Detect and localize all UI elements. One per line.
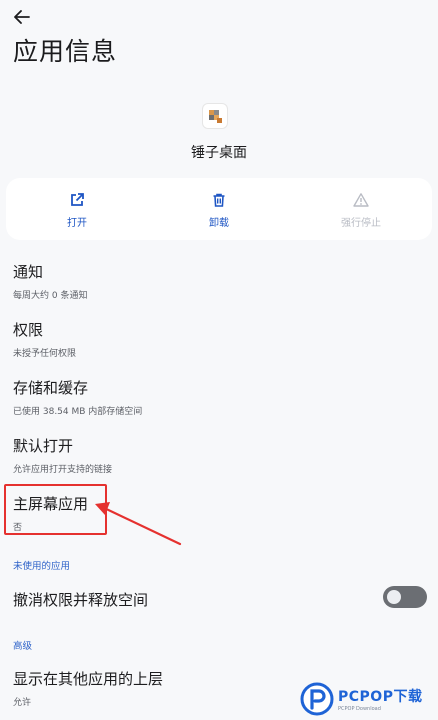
- section-header-unused: 未使用的应用: [13, 561, 71, 572]
- force-stop-button[interactable]: 强行停止: [290, 178, 432, 240]
- pcpop-logo-icon: [300, 682, 334, 716]
- force-stop-label: 强行停止: [341, 218, 381, 229]
- annotation-arrow-icon: [95, 502, 182, 546]
- setting-subtitle: 每周大约 0 条通知: [13, 291, 88, 301]
- open-button[interactable]: 打开: [6, 178, 148, 240]
- uninstall-label: 卸载: [209, 218, 229, 229]
- revoke-permissions-toggle[interactable]: [383, 586, 427, 608]
- trash-icon: [213, 193, 225, 207]
- warning-icon: [353, 193, 369, 207]
- setting-title: 默认打开: [13, 437, 74, 455]
- setting-revoke-permissions[interactable]: 撤消权限并释放空间: [13, 589, 373, 610]
- setting-storage[interactable]: 存储和缓存 已使用 38.54 MB 内部存储空间: [13, 377, 413, 417]
- setting-permissions[interactable]: 权限 未授予任何权限: [13, 319, 413, 359]
- setting-subtitle: 已使用 38.54 MB 内部存储空间: [13, 407, 143, 417]
- setting-title: 权限: [13, 321, 44, 339]
- section-header-advanced: 高级: [13, 641, 33, 652]
- app-action-bar: 打开 卸载 强行停止: [6, 178, 432, 240]
- watermark-subtext: PCPOP Download: [338, 706, 381, 712]
- app-icon: [203, 104, 227, 128]
- watermark-text: PCPOP下载: [338, 689, 423, 705]
- open-label: 打开: [67, 218, 87, 229]
- pcpop-watermark: PCPOP下载 PCPOP Download: [300, 680, 434, 718]
- toggle-knob: [387, 590, 401, 604]
- back-button[interactable]: [8, 4, 36, 30]
- setting-notifications[interactable]: 通知 每周大约 0 条通知: [13, 261, 413, 301]
- setting-default-open[interactable]: 默认打开 允许应用打开支持的链接: [13, 435, 413, 475]
- page-title: 应用信息: [13, 37, 118, 66]
- back-arrow-icon: [14, 10, 30, 24]
- setting-title: 撤消权限并释放空间: [13, 591, 149, 609]
- setting-subtitle: 允许应用打开支持的链接: [13, 465, 113, 475]
- uninstall-button[interactable]: 卸载: [148, 178, 290, 240]
- open-external-icon: [71, 193, 84, 206]
- setting-subtitle: 未授予任何权限: [13, 349, 77, 359]
- app-name: 锤子桌面: [191, 145, 247, 161]
- setting-title: 通知: [13, 263, 44, 281]
- setting-title: 存储和缓存: [13, 379, 89, 397]
